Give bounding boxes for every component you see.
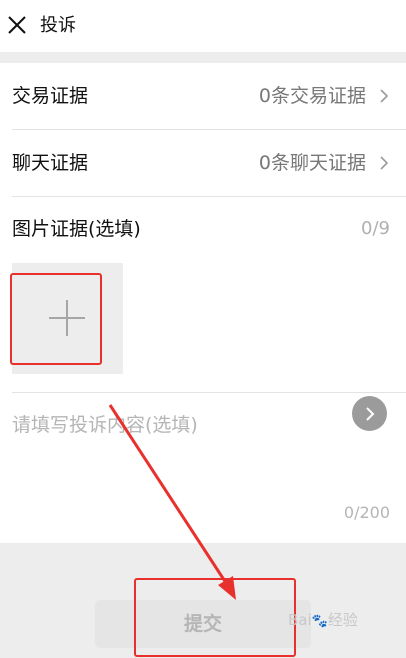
row-divider xyxy=(12,196,406,197)
paw-icon: 🐾 xyxy=(311,614,328,629)
floating-next-button[interactable] xyxy=(352,396,387,431)
character-count: 0/200 xyxy=(343,503,390,522)
chat-evidence-row[interactable]: 聊天证据 0条聊天证据 xyxy=(0,130,406,196)
picture-count: 0/9 xyxy=(361,218,390,239)
complaint-placeholder: 请填写投诉内容(选填) xyxy=(12,414,198,436)
chevron-right-icon xyxy=(380,156,389,170)
page-title: 投诉 xyxy=(40,15,76,36)
close-icon xyxy=(8,16,26,34)
close-button[interactable] xyxy=(4,12,30,38)
watermark: Bai🐾经验 xyxy=(288,610,358,632)
trade-evidence-label: 交易证据 xyxy=(12,85,89,107)
add-picture-button[interactable] xyxy=(12,263,123,374)
watermark-suffix: 经验 xyxy=(327,611,358,629)
chevron-right-icon xyxy=(380,89,389,103)
chevron-right-icon xyxy=(366,407,375,421)
watermark-text: Bai xyxy=(288,611,312,629)
title-bar: 投诉 xyxy=(0,0,406,52)
complaint-content-input[interactable]: 请填写投诉内容(选填) 0/200 xyxy=(0,392,406,542)
plus-icon xyxy=(49,300,85,336)
submit-button[interactable]: 提交 xyxy=(95,600,311,648)
complaint-form: 交易证据 0条交易证据 聊天证据 0条聊天证据 图片证据(选填) 0/9 请填写… xyxy=(0,63,406,543)
trade-evidence-row[interactable]: 交易证据 0条交易证据 xyxy=(0,63,406,129)
chat-evidence-label: 聊天证据 xyxy=(12,152,89,174)
picture-evidence-label: 图片证据(选填) xyxy=(12,218,141,240)
chat-evidence-value: 0条聊天证据 xyxy=(258,152,366,174)
trade-evidence-value: 0条交易证据 xyxy=(258,85,366,107)
section-gap xyxy=(0,52,406,63)
